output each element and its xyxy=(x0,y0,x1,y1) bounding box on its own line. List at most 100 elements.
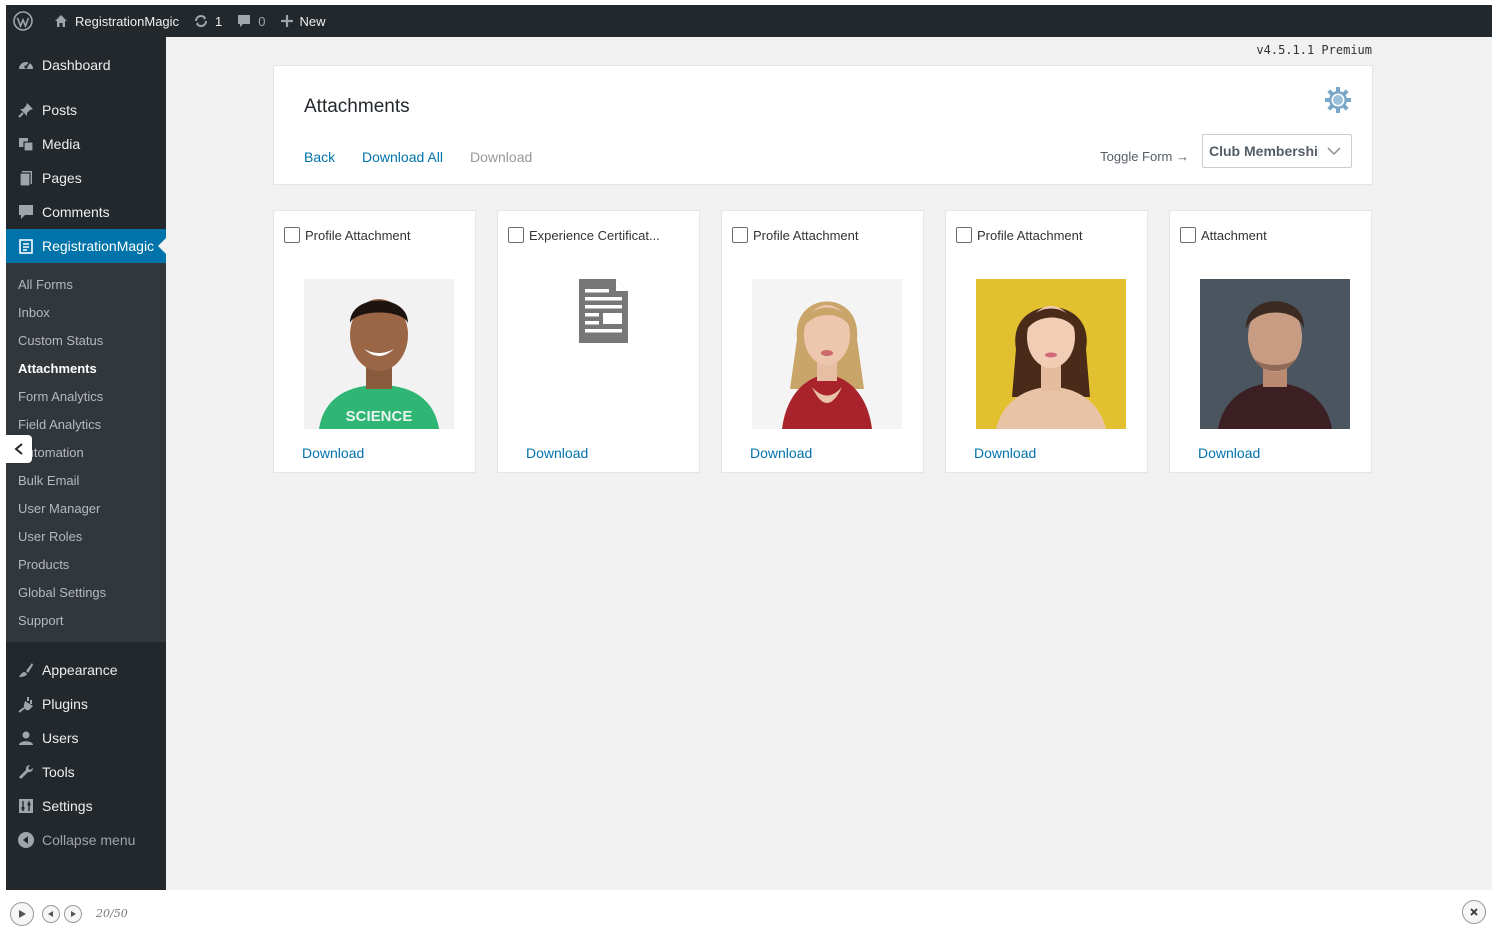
submenu-user-manager[interactable]: User Manager xyxy=(6,494,166,522)
settings-icon xyxy=(19,799,33,813)
attachment-checkbox[interactable] xyxy=(1180,227,1196,243)
collapse-arrow-icon xyxy=(18,832,34,848)
submenu-custom-status[interactable]: Custom Status xyxy=(6,326,166,354)
admin-sidebar: Dashboard Posts Media Pages Comments Reg… xyxy=(6,37,166,890)
menu-registrationmagic-label: RegistrationMagic xyxy=(42,238,155,254)
comment-bubble-icon xyxy=(238,15,251,27)
submenu-bulk-email[interactable]: Bulk Email xyxy=(6,466,166,494)
comments-icon xyxy=(19,205,33,219)
back-link[interactable]: Back xyxy=(304,149,335,165)
submenu-form-analytics[interactable]: Form Analytics xyxy=(6,382,166,410)
attachment-download-link[interactable]: Download xyxy=(974,445,1036,461)
wordpress-icon xyxy=(13,11,33,31)
wordpress-logo[interactable] xyxy=(6,5,46,37)
attachments-header: Attachments Back Download All Download T… xyxy=(273,65,1373,185)
profile-photo-image xyxy=(752,279,902,429)
close-player-button[interactable] xyxy=(1462,900,1486,924)
attachment-card: Profile Attachment Download xyxy=(721,210,924,473)
plus-icon xyxy=(280,15,293,27)
attachment-download-link[interactable]: Download xyxy=(526,445,588,461)
settings-gear[interactable] xyxy=(1324,86,1352,119)
attachment-thumbnail[interactable] xyxy=(1200,279,1350,429)
menu-dashboard[interactable]: Dashboard xyxy=(6,48,166,82)
slideshow-player: 20/50 xyxy=(6,890,1492,937)
submenu-all-forms[interactable]: All Forms xyxy=(6,270,166,298)
download-selected-link[interactable]: Download xyxy=(470,149,532,165)
updates-link[interactable]: 1 xyxy=(186,5,229,37)
svg-text:SCIENCE: SCIENCE xyxy=(346,408,413,425)
dashboard-icon xyxy=(19,62,33,69)
version-label: v4.5.1.1 Premium xyxy=(1256,43,1372,57)
attachment-thumbnail[interactable] xyxy=(976,279,1126,429)
menu-media-label: Media xyxy=(42,136,81,152)
plug-icon xyxy=(18,697,33,713)
menu-plugins[interactable]: Plugins xyxy=(6,687,166,721)
submenu-attachments[interactable]: Attachments xyxy=(6,354,166,382)
brush-icon xyxy=(19,663,33,677)
submenu-global-settings[interactable]: Global Settings xyxy=(6,578,166,606)
play-icon xyxy=(19,909,26,918)
submenu-inbox[interactable]: Inbox xyxy=(6,298,166,326)
submenu-support[interactable]: Support xyxy=(6,606,166,634)
form-select-dropdown[interactable]: Club Membership xyxy=(1202,134,1352,168)
profile-photo-image xyxy=(1200,279,1350,429)
attachment-download-link[interactable]: Download xyxy=(1198,445,1260,461)
menu-appearance[interactable]: Appearance xyxy=(6,653,166,687)
submenu-user-roles[interactable]: User Roles xyxy=(6,522,166,550)
play-button[interactable] xyxy=(10,901,34,926)
updates-count: 1 xyxy=(215,13,223,29)
home-icon xyxy=(55,15,67,27)
pin-icon xyxy=(18,103,33,118)
menu-users[interactable]: Users xyxy=(6,721,166,755)
media-icon xyxy=(19,138,34,152)
chevron-down-icon xyxy=(1327,147,1341,156)
menu-posts[interactable]: Posts xyxy=(6,93,166,127)
site-name-link[interactable]: RegistrationMagic xyxy=(46,5,186,37)
new-content-link[interactable]: New xyxy=(273,5,333,37)
attachment-checkbox[interactable] xyxy=(732,227,748,243)
attachment-label: Profile Attachment xyxy=(753,228,859,243)
next-button[interactable] xyxy=(64,904,82,923)
menu-pages[interactable]: Pages xyxy=(6,161,166,195)
menu-tools[interactable]: Tools xyxy=(6,755,166,789)
attachment-card: Attachment Download xyxy=(1169,210,1372,473)
submenu-field-analytics[interactable]: Field Analytics xyxy=(6,410,166,438)
previous-button[interactable] xyxy=(42,904,60,923)
attachment-card: Profile Attachment Download xyxy=(945,210,1148,473)
menu-pages-label: Pages xyxy=(42,170,82,186)
menu-appearance-label: Appearance xyxy=(42,662,118,678)
menu-comments[interactable]: Comments xyxy=(6,195,166,229)
profile-photo-image xyxy=(976,279,1126,429)
collapse-menu-label: Collapse menu xyxy=(42,832,136,848)
attachment-checkbox[interactable] xyxy=(284,227,300,243)
form-select-value: Club Membership xyxy=(1209,143,1319,159)
attachment-checkbox[interactable] xyxy=(956,227,972,243)
chevron-left-icon xyxy=(14,443,23,455)
updates-icon xyxy=(195,15,208,27)
menu-media[interactable]: Media xyxy=(6,127,166,161)
attachment-thumbnail[interactable]: SCIENCE xyxy=(304,279,454,429)
close-icon xyxy=(1470,908,1478,916)
profile-photo-image: SCIENCE xyxy=(304,279,454,429)
new-label: New xyxy=(299,13,326,29)
attachment-thumbnail[interactable] xyxy=(528,279,678,429)
attachment-download-link[interactable]: Download xyxy=(302,445,364,461)
menu-dashboard-label: Dashboard xyxy=(42,57,111,73)
menu-plugins-label: Plugins xyxy=(42,696,88,712)
comments-link[interactable]: 0 xyxy=(229,5,272,37)
download-all-link[interactable]: Download All xyxy=(362,149,443,165)
attachment-label: Experience Certificat... xyxy=(529,228,660,243)
attachment-thumbnail[interactable] xyxy=(752,279,902,429)
menu-settings-label: Settings xyxy=(42,798,93,814)
attachment-download-link[interactable]: Download xyxy=(750,445,812,461)
collapse-menu-button[interactable]: Collapse menu xyxy=(6,823,166,857)
attachment-checkbox[interactable] xyxy=(508,227,524,243)
gear-icon xyxy=(1325,87,1351,113)
menu-settings[interactable]: Settings xyxy=(6,789,166,823)
menu-registrationmagic[interactable]: RegistrationMagic xyxy=(6,229,166,263)
form-icon xyxy=(19,239,33,254)
flyout-toggle[interactable] xyxy=(6,435,32,463)
site-name: RegistrationMagic xyxy=(75,13,180,29)
admin-bar: RegistrationMagic 1 0 New xyxy=(6,5,1492,37)
submenu-products[interactable]: Products xyxy=(6,550,166,578)
